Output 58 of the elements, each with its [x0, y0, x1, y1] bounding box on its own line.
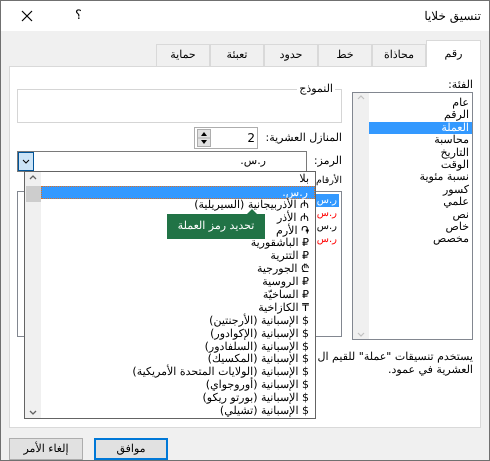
currency-option[interactable]: ֏ الأرم: [276, 224, 309, 238]
negative-numbers-label: الأرقام: [316, 174, 342, 188]
category-item[interactable]: كسور: [369, 184, 472, 196]
category-item[interactable]: الرقم: [369, 109, 472, 122]
help-button[interactable]: ؟: [75, 6, 82, 26]
tooltip-pointer-icon: [247, 209, 257, 214]
category-label: الفئة:: [447, 77, 473, 92]
tab[interactable]: محاذاة: [372, 44, 426, 66]
symbol-label: الرمز:: [312, 153, 342, 170]
currency-option[interactable]: $ الإسبانية (الأرجنتين): [209, 314, 309, 328]
symbol-combobox[interactable]: ر.س.: [17, 151, 307, 172]
currency-option[interactable]: $ الإسبانية (تشيلي): [220, 405, 309, 418]
tab[interactable]: خط: [318, 44, 372, 66]
category-item[interactable]: التاريخ: [369, 146, 472, 159]
decimal-places-label: المنازل العشرية:: [264, 130, 342, 146]
currency-option[interactable]: ₸ الكازاخية: [258, 302, 309, 315]
currency-option[interactable]: $ الإسبانية (السلفادور): [204, 340, 309, 354]
currency-option[interactable]: $ الإسبانية (الإكوادور): [210, 328, 309, 341]
sample-label: النموذج: [297, 82, 335, 96]
currency-option[interactable]: ₾ الجورجية: [256, 263, 309, 276]
currency-option[interactable]: $ الإسبانية (بورتو ريكو): [202, 392, 309, 406]
negative-number-item[interactable]: ر.س: [314, 233, 339, 246]
description-text: يستخدم تنسيقات "عملة" للقيم ال العشرية في عمود.: [316, 350, 473, 376]
negative-number-item[interactable]: ر.س: [314, 207, 339, 220]
currency-option[interactable]: $ الإسبانية (الولايات المتحدة الأمريكية): [132, 366, 309, 380]
dropdown-button[interactable]: [18, 152, 34, 171]
window-title: تنسيق خلايا: [424, 8, 481, 25]
category-item[interactable]: نص: [369, 208, 472, 221]
negative-number-item[interactable]: ر.س: [314, 220, 339, 233]
currency-option[interactable]: $ الإسبانية (المكسيك): [208, 353, 309, 366]
scroll-thumb[interactable]: [26, 186, 40, 202]
currency-option[interactable]: ₼ الأذربيجانية (السيريلية): [194, 198, 309, 212]
tab[interactable]: تعبئة: [210, 44, 264, 66]
scroll-up-icon[interactable]: [29, 175, 37, 180]
currency-option[interactable]: ₽ الساخيّة: [262, 289, 309, 302]
category-item[interactable]: نسبة مئوية: [369, 171, 472, 184]
currency-option[interactable]: ₽ التترية: [270, 250, 309, 264]
spinner-arrows-icon[interactable]: [197, 129, 211, 147]
cancel-button[interactable]: إلغاء الأمر: [9, 438, 83, 460]
tab[interactable]: حدود: [264, 44, 318, 66]
tab[interactable]: حماية: [156, 44, 210, 66]
category-item[interactable]: عام: [369, 97, 472, 110]
category-item[interactable]: مخصص: [369, 233, 472, 246]
category-item[interactable]: علمي: [369, 196, 472, 209]
chevron-down-icon: [22, 159, 30, 164]
category-item[interactable]: الوقت: [369, 158, 472, 172]
currency-option[interactable]: $ الإسبانية (أوروجواي): [206, 379, 309, 392]
decimal-places-spinner[interactable]: 2: [194, 127, 258, 149]
category-item[interactable]: خاص: [369, 220, 472, 234]
ok-button[interactable]: موافق: [94, 438, 168, 460]
tab[interactable]: رقم: [426, 40, 481, 67]
currency-option[interactable]: ₽ الروسية: [262, 276, 309, 290]
currency-option[interactable]: بلا: [299, 173, 309, 186]
scroll-down-icon[interactable]: [29, 410, 37, 415]
currency-option[interactable]: ₽ الباشقورية: [250, 237, 309, 250]
close-icon[interactable]: [21, 10, 33, 22]
currency-option[interactable]: ₼ الأذر: [276, 212, 309, 225]
category-item[interactable]: محاسبة: [369, 134, 472, 147]
